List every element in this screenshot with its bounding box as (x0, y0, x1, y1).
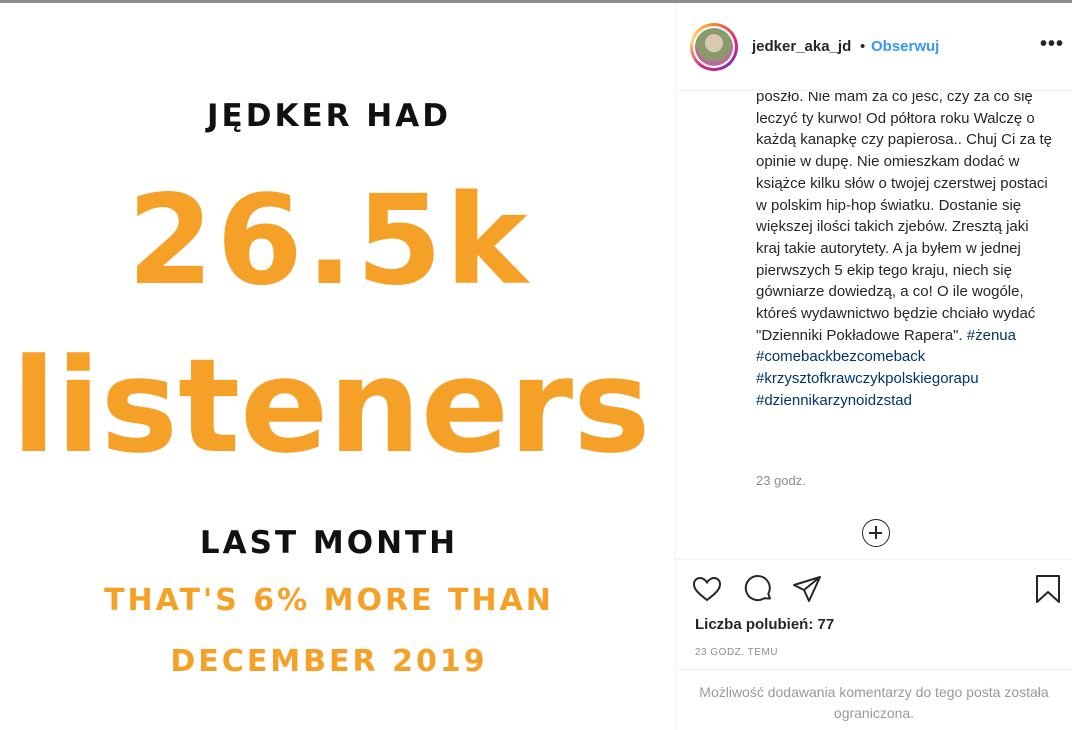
action-bar (676, 569, 1072, 609)
divider (676, 559, 1072, 560)
plus-circle-icon[interactable] (862, 519, 890, 547)
caption-scroll-area[interactable]: poszło. Nie mam za co jeść, czy za co si… (676, 92, 1072, 497)
likes-count[interactable]: Liczba polubień: 77 (695, 616, 834, 633)
comments-disabled-notice: Możliwość dodawania komentarzy do tego p… (699, 684, 1049, 721)
follow-button[interactable]: Obserwuj (871, 38, 939, 55)
heart-icon[interactable] (691, 573, 723, 605)
share-icon[interactable] (791, 573, 823, 605)
post-sidebar: jedker_aka_jd • Obserwuj ••• poszło. Nie… (676, 3, 1072, 730)
hashtag-link[interactable]: #comebackbezcomeback (756, 348, 925, 365)
post-header: jedker_aka_jd • Obserwuj ••• (676, 3, 1072, 91)
bookmark-icon[interactable] (1032, 573, 1064, 605)
post-image[interactable]: JĘDKER HAD 26.5k listeners LAST MONTH TH… (0, 3, 675, 730)
image-text-line1: JĘDKER HAD (207, 98, 451, 134)
image-text-line4: DECEMBER 2019 (170, 644, 488, 679)
more-options-icon[interactable]: ••• (1040, 33, 1064, 56)
hashtag-link[interactable]: #dziennikarzynoidzstad (756, 392, 912, 409)
avatar-image (695, 28, 733, 66)
caption-time: 23 godz. (756, 473, 806, 488)
avatar[interactable] (690, 23, 738, 71)
divider (676, 669, 1072, 670)
comment-icon[interactable] (743, 573, 775, 605)
separator-dot: • (860, 38, 866, 55)
post-caption: poszło. Nie mam za co jeść, czy za co si… (756, 92, 1056, 412)
image-text-line3: THAT'S 6% MORE THAN (104, 583, 554, 618)
caption-text: poszło. Nie mam za co jeść, czy za co si… (756, 92, 1052, 344)
hashtag-link[interactable]: #krzysztofkrawczykpolskiegorapu (756, 370, 979, 387)
post-timestamp[interactable]: 23 GODZ. TEMU (695, 647, 778, 658)
image-text-line2: LAST MONTH (199, 525, 459, 561)
hashtag-link[interactable]: #żenua (967, 327, 1016, 344)
image-big-word: listeners (11, 330, 651, 482)
username-link[interactable]: jedker_aka_jd (752, 38, 851, 55)
image-big-number: 26.5k (127, 169, 531, 313)
